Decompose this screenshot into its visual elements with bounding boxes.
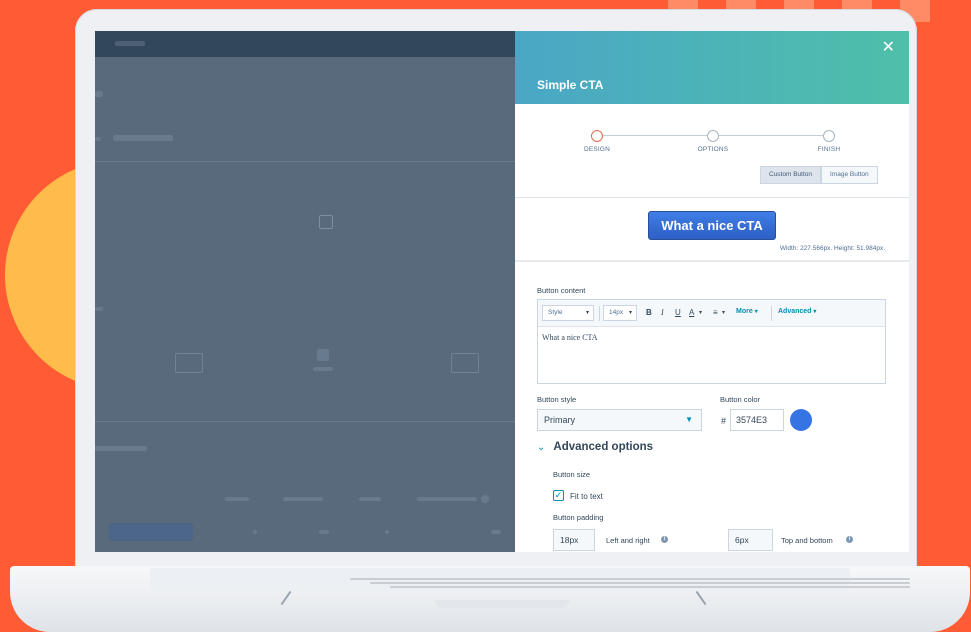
caret-down-icon[interactable]: ▾ [699,309,702,316]
info-icon[interactable]: i [661,536,668,543]
toolbar-separator [771,306,772,321]
step-dot-design[interactable] [591,130,603,142]
step-dot-finish[interactable] [823,130,835,142]
left-right-label: Left and right [606,536,650,545]
more-label: More [736,308,753,315]
hash-prefix: # [721,416,727,426]
button-content-label: Button content [537,286,586,295]
step-dot-options[interactable] [707,130,719,142]
caret-down-icon: ▾ [813,309,817,315]
caret-down-icon[interactable]: ▾ [722,309,725,316]
info-icon[interactable]: i [846,536,853,543]
step-label-finish: FINISH [817,146,841,153]
advanced-options-title: Advanced options [553,441,654,453]
keyboard-area [150,568,910,590]
laptop-base [10,566,970,632]
progress-stepper: DESIGN OPTIONS FINISH [515,130,909,161]
padding-left-right-input[interactable]: 18px [553,529,595,551]
italic-button[interactable]: I [661,308,664,317]
advanced-options-toggle[interactable]: ⌄ Advanced options [537,441,653,453]
top-bottom-label: Top and bottom [781,536,833,545]
button-type-toggle: Custom Button Image Button [760,166,878,184]
padding-top-bottom-input[interactable]: 6px [728,529,773,551]
editor-toolbar: Style ▾ 14px ▾ B I U A ▾ ≡ ▾ More ▾ Adva… [538,300,885,327]
close-icon[interactable]: ✕ [882,37,895,57]
toolbar-separator [599,306,600,321]
fit-to-text-label: Fit to text [570,492,603,501]
panel-title: Simple CTA [537,78,604,92]
style-dropdown[interactable]: Style ▾ [542,305,594,321]
divider [515,197,909,198]
laptop-notch [435,600,570,608]
keyboard-keys [350,576,970,590]
button-style-select[interactable]: Primary ▼ [537,409,702,431]
step-label-design: DESIGN [583,146,611,153]
button-style-label: Button style [537,395,577,404]
caret-down-icon: ▼ [685,415,693,424]
divider [515,260,909,262]
button-size-label: Button size [553,470,591,479]
caret-down-icon: ▾ [628,310,632,316]
step-connector [719,135,829,136]
align-button[interactable]: ≡ [713,308,718,317]
editor-content[interactable]: What a nice CTA [542,333,598,342]
app-topbar [95,31,515,57]
color-hex-input[interactable]: 3574E3 [730,409,784,431]
more-button[interactable]: More ▾ [736,308,758,315]
step-label-options: OPTIONS [697,146,729,153]
cta-preview-button[interactable]: What a nice CTA [648,211,776,240]
image-button-tab[interactable]: Image Button [821,166,878,184]
underline-button[interactable]: U [675,308,681,317]
advanced-menu-button[interactable]: Advanced ▾ [778,308,816,315]
caret-down-icon: ▾ [585,310,589,316]
style-dropdown-label: Style [548,309,563,316]
advanced-label: Advanced [778,308,812,315]
bold-button[interactable]: B [646,308,652,317]
step-connector [603,135,713,136]
trackpad-edge-left [280,590,292,606]
trackpad-edge-right [695,590,707,606]
chevron-down-icon: ⌄ [537,441,546,453]
custom-button-tab[interactable]: Custom Button [760,166,821,184]
button-padding-label: Button padding [553,513,604,522]
rich-text-editor: Style ▾ 14px ▾ B I U A ▾ ≡ ▾ More ▾ Adva… [537,299,886,384]
text-color-button[interactable]: A [689,308,694,317]
font-size-dropdown[interactable]: 14px ▾ [603,305,637,321]
font-size-value: 14px [609,309,624,316]
fit-to-text-checkbox[interactable]: ✓ [553,490,564,501]
cta-editor-panel: Simple CTA ✕ DESIGN OPTIONS FINISH Custo… [515,31,909,552]
cta-dimensions: Width: 227.566px. Height: 51.984px. [779,245,885,252]
button-style-value: Primary [544,415,575,425]
panel-header: Simple CTA ✕ [515,31,909,104]
laptop-screen: Simple CTA ✕ DESIGN OPTIONS FINISH Custo… [95,31,909,552]
dimmed-app-background [95,31,515,552]
caret-down-icon: ▾ [754,309,758,315]
button-color-label: Button color [720,395,761,404]
color-swatch[interactable] [790,409,812,431]
